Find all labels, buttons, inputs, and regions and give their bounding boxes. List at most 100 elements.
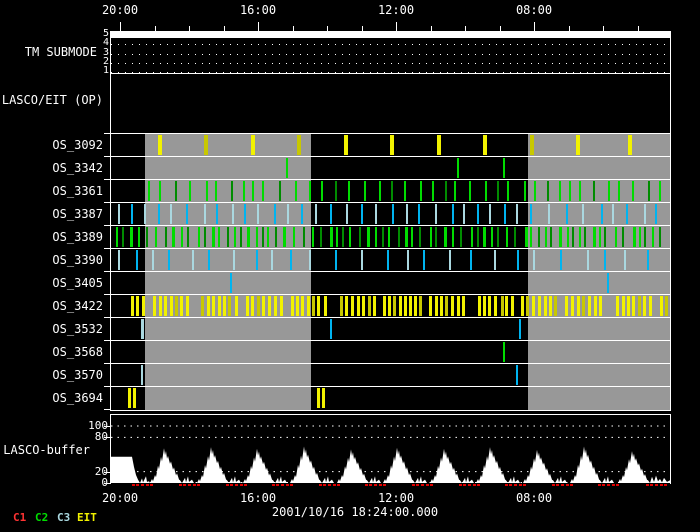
event-tick xyxy=(440,296,443,316)
event-tick xyxy=(274,296,277,316)
event-tick xyxy=(511,296,514,316)
event-tick xyxy=(320,227,322,247)
row-boundary-tick xyxy=(104,202,110,203)
event-tick xyxy=(576,135,580,155)
event-tick xyxy=(131,296,134,316)
event-tick xyxy=(317,388,320,408)
c1-activity-dash xyxy=(383,484,386,486)
event-tick xyxy=(136,296,139,316)
event-tick xyxy=(419,227,421,247)
event-tick xyxy=(524,181,526,201)
event-tick xyxy=(483,227,486,247)
c1-activity-dash xyxy=(509,484,512,486)
event-tick xyxy=(206,181,208,201)
event-tick xyxy=(392,204,394,224)
event-tick xyxy=(491,227,493,247)
c1-activity-dash xyxy=(523,484,526,486)
event-tick xyxy=(268,296,271,316)
os-row xyxy=(111,180,670,203)
event-tick xyxy=(133,388,136,408)
event-tick xyxy=(186,204,188,224)
c1-activity-dash xyxy=(226,484,229,486)
os-row-label: OS_3361 xyxy=(52,184,103,198)
buffer-y-tick xyxy=(104,483,110,484)
c1-activity-dash xyxy=(463,484,466,486)
event-tick xyxy=(571,296,574,316)
event-tick xyxy=(452,227,454,247)
event-tick xyxy=(251,296,254,316)
event-tick xyxy=(351,296,354,316)
event-tick xyxy=(216,204,218,224)
event-tick xyxy=(391,181,393,201)
event-tick xyxy=(312,227,314,247)
event-tick xyxy=(165,227,167,247)
row-boundary-tick xyxy=(104,363,110,364)
event-tick xyxy=(218,296,221,316)
event-tick xyxy=(599,227,601,247)
time-label-top: 12:00 xyxy=(377,3,415,17)
event-tick xyxy=(618,181,620,201)
event-tick xyxy=(533,250,535,270)
event-tick xyxy=(362,296,365,316)
event-tick xyxy=(324,296,327,316)
event-tick xyxy=(445,181,447,201)
event-tick xyxy=(530,135,534,155)
event-tick xyxy=(118,204,120,224)
event-tick xyxy=(593,227,596,247)
event-tick xyxy=(463,204,465,224)
c1-activity-dash xyxy=(598,484,601,486)
event-tick xyxy=(235,296,238,316)
c1-activity-dash xyxy=(146,484,149,486)
tm-level-digit: 1 xyxy=(102,65,109,77)
event-tick xyxy=(494,296,497,316)
event-tick xyxy=(128,388,131,408)
c1-activity-dash xyxy=(286,484,289,486)
lasco-eit-op-label: LASCO/EIT (OP) xyxy=(1,93,103,107)
time-label-bottom: 12:00 xyxy=(377,491,415,505)
event-tick xyxy=(317,296,320,316)
event-tick xyxy=(204,204,206,224)
event-tick xyxy=(262,181,264,201)
event-tick xyxy=(407,250,409,270)
event-tick xyxy=(375,204,377,224)
event-tick xyxy=(457,296,460,316)
os-row xyxy=(111,341,670,364)
event-tick xyxy=(489,204,491,224)
legend-item-c3: C3 xyxy=(57,511,71,524)
event-tick xyxy=(521,296,524,316)
legend-item-c1: C1 xyxy=(13,511,27,524)
os-row xyxy=(111,134,670,157)
event-tick xyxy=(262,296,265,316)
event-tick xyxy=(409,296,412,316)
buffer-y-label: 0 xyxy=(70,477,108,489)
event-tick xyxy=(485,181,487,201)
event-tick xyxy=(148,181,150,201)
lasco-timeline-screen: 20:00 16:00 12:00 08:00 TM SUBMODE 54321 LA… xyxy=(0,0,700,532)
event-tick xyxy=(257,296,260,316)
event-tick xyxy=(545,227,547,247)
event-tick xyxy=(534,181,536,201)
event-tick xyxy=(223,296,226,316)
axis-major-tick xyxy=(258,22,259,31)
c1-activity-dash xyxy=(459,484,462,486)
event-tick xyxy=(293,227,295,247)
c1-activity-dash xyxy=(660,484,663,486)
event-tick xyxy=(624,250,626,270)
event-tick xyxy=(411,227,413,247)
c1-activity-dash xyxy=(570,484,573,486)
event-tick xyxy=(346,204,348,224)
event-tick xyxy=(457,158,459,178)
buffer-fill-area xyxy=(111,446,670,483)
event-tick xyxy=(240,227,242,247)
event-tick xyxy=(445,296,448,316)
event-tick xyxy=(647,250,649,270)
event-tick xyxy=(506,227,508,247)
os-row xyxy=(111,249,670,272)
event-tick xyxy=(652,227,654,247)
os-row xyxy=(111,157,670,180)
event-tick xyxy=(130,227,133,247)
event-tick xyxy=(227,227,229,247)
c1-activity-dash xyxy=(337,484,340,486)
event-tick xyxy=(612,204,614,224)
event-tick xyxy=(233,250,235,270)
